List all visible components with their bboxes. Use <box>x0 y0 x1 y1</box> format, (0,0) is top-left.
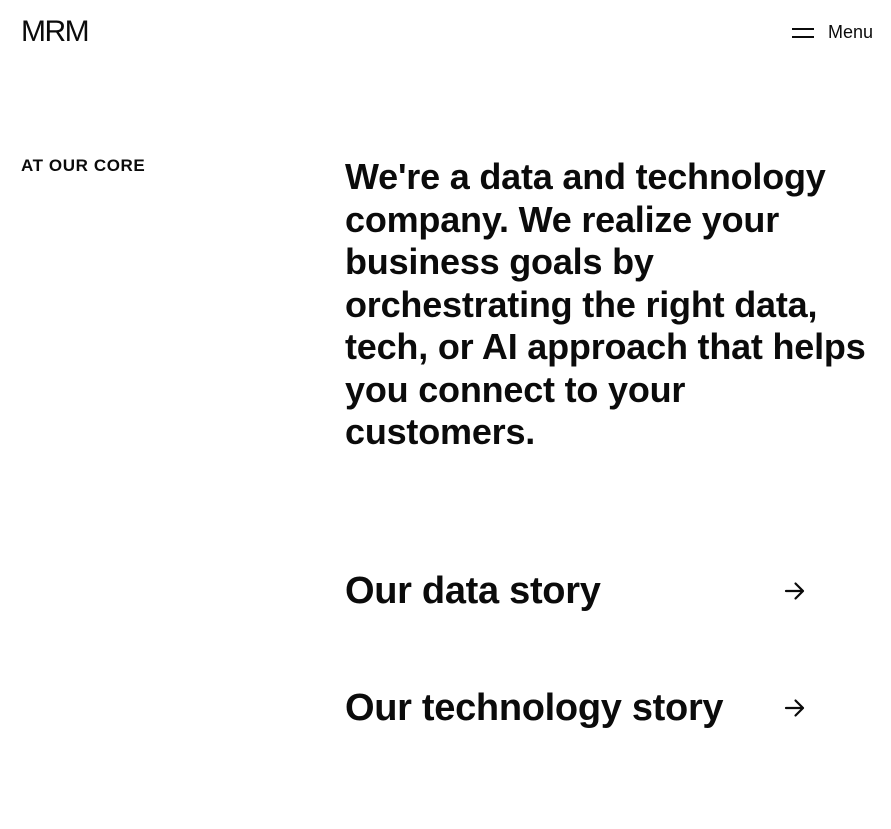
hamburger-menu-icon <box>792 26 816 38</box>
headline: We're a data and technology company. We … <box>345 156 866 452</box>
technology-story-label: Our technology story <box>345 687 724 729</box>
data-story-label: Our data story <box>345 570 601 612</box>
arrow-right-icon <box>784 582 805 600</box>
mrm-logo[interactable]: MRM <box>21 14 90 50</box>
menu-label: Menu <box>828 22 874 42</box>
menu-button[interactable]: Menu <box>792 18 873 46</box>
technology-story-link[interactable]: Our technology story <box>345 683 807 733</box>
data-story-link[interactable]: Our data story <box>345 566 807 616</box>
section-label: AT OUR CORE <box>21 156 146 175</box>
arrow-right-icon <box>784 699 805 717</box>
